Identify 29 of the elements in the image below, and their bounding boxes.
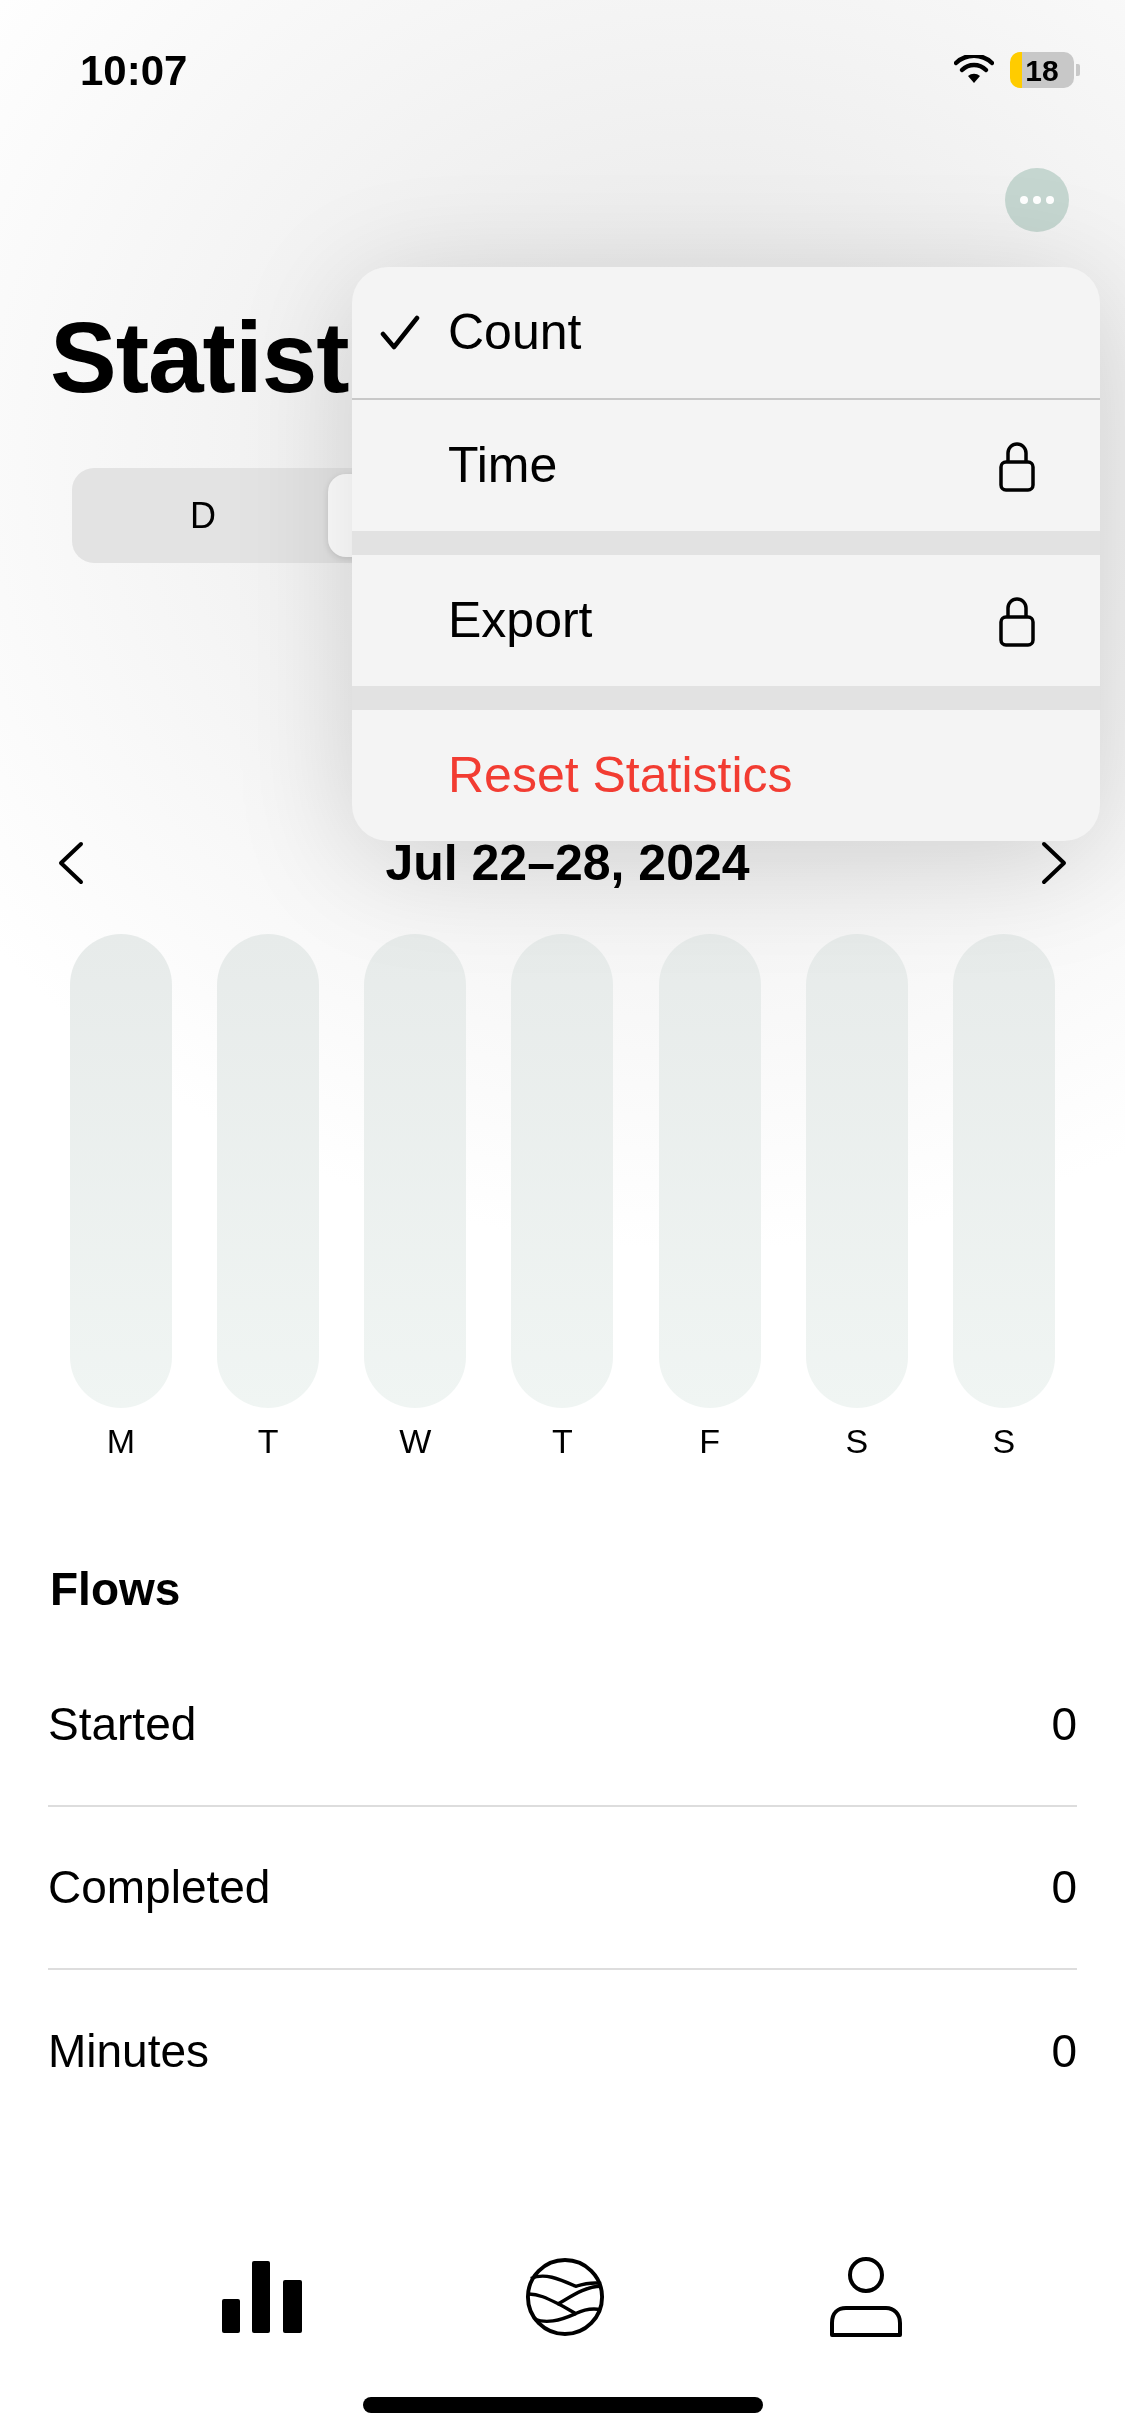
day-label: T: [551, 1421, 574, 1462]
ellipsis-icon: [1019, 195, 1055, 205]
stat-label: Started: [48, 1697, 197, 1752]
segment-tab[interactable]: D: [78, 474, 328, 557]
stat-value: 0: [1051, 2024, 1077, 2079]
bar-chart-icon: [221, 2261, 302, 2333]
menu-item[interactable]: Time: [352, 400, 1100, 531]
day-label: F: [698, 1421, 721, 1462]
page-title: Statist: [50, 300, 349, 415]
day-label: M: [105, 1421, 137, 1462]
section-title: Flows: [50, 1562, 182, 1617]
person-icon: [827, 2257, 904, 2337]
menu-item[interactable]: Export: [352, 555, 1100, 686]
wifi-icon: [954, 55, 994, 85]
menu-item[interactable]: Count: [352, 267, 1100, 398]
status-time: 10:07: [80, 45, 188, 96]
stat-label: Minutes: [48, 2024, 210, 2079]
statistics-tab[interactable]: [221, 2261, 302, 2333]
day-label: S: [844, 1421, 870, 1462]
home-tab[interactable]: [524, 2257, 605, 2337]
stat-value: 0: [1051, 1860, 1077, 1915]
profile-tab[interactable]: [827, 2257, 904, 2337]
day-label: T: [256, 1421, 280, 1462]
globe-waves-icon: [524, 2257, 605, 2337]
day-label: S: [991, 1421, 1017, 1462]
battery-level: 18: [1010, 52, 1074, 88]
day-label: W: [398, 1421, 433, 1462]
stat-value: 0: [1051, 1697, 1077, 1752]
stat-label: Completed: [48, 1860, 271, 1915]
